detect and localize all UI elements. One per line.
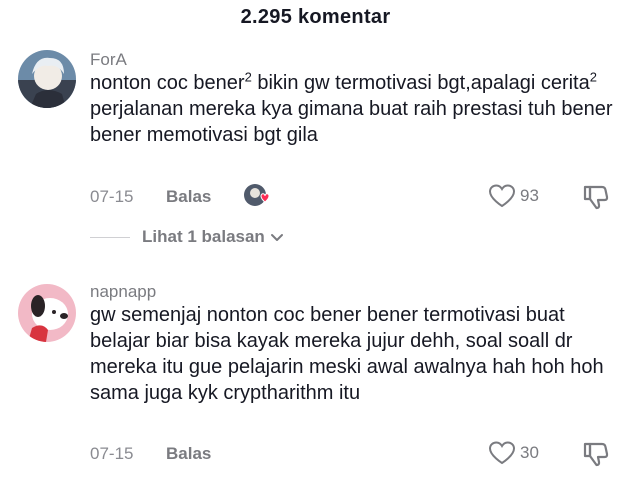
heart-outline-icon	[488, 184, 516, 208]
thumbs-down-icon	[583, 185, 609, 210]
view-replies-button[interactable]: Lihat 1 balasan	[90, 227, 285, 247]
creator-liked-heart-icon	[243, 183, 270, 209]
comment-text: nonton coc bener2 bikin gw termotivasi b…	[90, 69, 613, 146]
comment-item: napnapp gw semenjaj nonton coc bener ben…	[18, 282, 618, 472]
heart-outline-icon	[488, 441, 516, 465]
avatar[interactable]	[18, 50, 76, 108]
like-count: 93	[520, 186, 539, 205]
thumbs-down-icon	[583, 442, 609, 467]
comment-item: ForA nonton coc bener2 bikin gw termotiv…	[18, 50, 618, 250]
reply-button[interactable]: Balas	[166, 444, 211, 464]
dislike-button[interactable]	[581, 440, 609, 473]
like-button[interactable]: 93	[488, 183, 539, 209]
comment-username[interactable]: napnapp	[90, 282, 156, 302]
divider	[90, 236, 130, 238]
comment-text: gw semenjaj nonton coc bener bener termo…	[90, 304, 604, 404]
comment-date: 07-15	[90, 187, 134, 206]
comment-date: 07-15	[90, 444, 134, 463]
comment-count-title: 2.295 komentar	[240, 6, 391, 28]
chevron-down-icon	[270, 234, 283, 241]
reply-button[interactable]: Balas	[166, 187, 211, 207]
dislike-button[interactable]	[581, 183, 609, 216]
like-count: 30	[520, 443, 539, 462]
comment-username[interactable]: ForA	[90, 50, 127, 70]
avatar[interactable]	[18, 284, 76, 342]
view-replies-label: Lihat 1 balasan	[142, 227, 265, 246]
like-button[interactable]: 30	[488, 440, 539, 466]
